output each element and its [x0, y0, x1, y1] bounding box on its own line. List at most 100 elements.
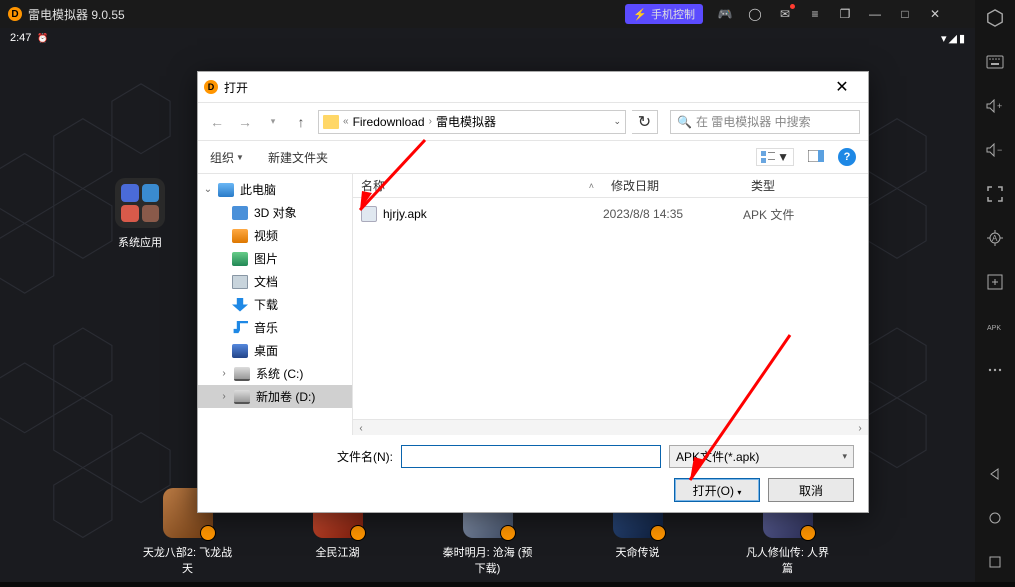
scroll-right-icon[interactable]: ›	[852, 420, 868, 436]
svg-text:−: −	[997, 145, 1002, 155]
breadcrumb-seg-2[interactable]: 雷电模拟器	[436, 113, 496, 130]
settings-hex-icon[interactable]	[985, 8, 1005, 28]
view-list-icon	[761, 151, 775, 163]
dialog-footer: 文件名(N): APK文件(*.apk) ▾ 打开(O) ▾ 取消	[198, 435, 868, 512]
user-icon[interactable]: ◯	[747, 6, 763, 22]
column-name[interactable]: 名称˄	[353, 174, 603, 197]
help-icon[interactable]: ?	[838, 148, 856, 166]
new-folder-button[interactable]: 新建文件夹	[268, 149, 328, 166]
app-title: 雷电模拟器 9.0.55	[28, 6, 625, 23]
back-triangle-icon[interactable]	[985, 464, 1005, 484]
expand-icon[interactable]: ›	[218, 391, 230, 402]
column-date[interactable]: 修改日期	[603, 174, 743, 197]
tree-drive-d[interactable]: ›新加卷 (D:)	[198, 385, 352, 408]
organize-label: 组织	[210, 149, 234, 166]
svg-text:APK: APK	[987, 325, 1001, 332]
ld-badge-icon	[500, 525, 516, 541]
nav-forward-icon[interactable]: →	[234, 111, 256, 133]
dialog-nav-bar: ← → ▾ ↑ « Firedownload › 雷电模拟器 ⌄ ↻ 🔍 在 雷…	[198, 102, 868, 140]
signal-icon: ◢	[948, 32, 956, 45]
chevron-down-icon: ▼	[777, 150, 789, 164]
expand-icon[interactable]: ⌄	[202, 184, 214, 195]
list-body[interactable]: hjrjy.apk 2023/8/8 14:35 APK 文件	[353, 198, 868, 419]
file-type-combo[interactable]: APK文件(*.apk) ▾	[669, 445, 854, 468]
tree-desktop[interactable]: 桌面	[198, 339, 352, 362]
breadcrumb-seg-1[interactable]: Firedownload	[353, 115, 425, 129]
tree-label: 桌面	[254, 342, 278, 359]
dialog-title: 打开	[224, 79, 248, 96]
folder-tree[interactable]: ⌄此电脑 3D 对象 视频 图片 文档 下载 音乐 桌面 › 系统 (C:) ›新…	[198, 174, 353, 435]
dialog-titlebar: D 打开 ✕	[198, 72, 868, 102]
keyboard-icon[interactable]	[985, 52, 1005, 72]
search-input[interactable]: 🔍 在 雷电模拟器 中搜索	[670, 110, 860, 134]
nav-recent-dropdown[interactable]: ▾	[262, 111, 284, 133]
tree-label: 音乐	[254, 319, 278, 336]
tree-label: 3D 对象	[254, 204, 297, 221]
multi-window-icon[interactable]: ❐	[837, 6, 853, 22]
desktop-app-system[interactable]: 系统应用	[110, 178, 170, 250]
tree-label: 图片	[254, 250, 278, 267]
filename-label: 文件名(N):	[337, 448, 393, 465]
recents-square-icon[interactable]	[985, 552, 1005, 572]
phone-control-label: 手机控制	[651, 6, 695, 22]
close-icon[interactable]: ✕	[927, 6, 943, 22]
right-toolbar: + − A APK	[975, 0, 1015, 582]
wifi-icon: ▾	[941, 32, 947, 45]
phone-control-button[interactable]: ⚡ 手机控制	[625, 4, 703, 24]
tree-downloads[interactable]: 下载	[198, 293, 352, 316]
volume-down-icon[interactable]: −	[985, 140, 1005, 160]
gamepad-icon[interactable]: 🎮	[717, 6, 733, 22]
chevron-down-icon[interactable]: ⌄	[613, 116, 621, 127]
screenshot-add-icon[interactable]	[985, 272, 1005, 292]
tree-music[interactable]: 音乐	[198, 316, 352, 339]
minimize-icon[interactable]: —	[867, 6, 883, 22]
open-button[interactable]: 打开(O) ▾	[674, 478, 760, 502]
dock-label: 天龙八部2: 飞龙战天	[143, 544, 233, 576]
nav-back-icon[interactable]: ←	[206, 111, 228, 133]
ld-badge-icon	[800, 525, 816, 541]
home-circle-icon[interactable]	[985, 508, 1005, 528]
filename-input[interactable]	[401, 445, 661, 468]
view-mode-button[interactable]: ▼	[756, 148, 794, 166]
maximize-icon[interactable]: □	[897, 6, 913, 22]
column-label: 修改日期	[611, 177, 659, 194]
tree-videos[interactable]: 视频	[198, 224, 352, 247]
nav-up-icon[interactable]: ↑	[290, 111, 312, 133]
horizontal-scrollbar[interactable]: ‹ ›	[353, 419, 868, 435]
dialog-toolbar: 组织▼ 新建文件夹 ▼ ?	[198, 140, 868, 174]
file-row[interactable]: hjrjy.apk 2023/8/8 14:35 APK 文件	[353, 198, 868, 220]
column-type[interactable]: 类型	[743, 174, 868, 197]
tree-label: 系统 (C:)	[256, 365, 303, 382]
volume-up-icon[interactable]: +	[985, 96, 1005, 116]
fullscreen-icon[interactable]	[985, 184, 1005, 204]
breadcrumb[interactable]: « Firedownload › 雷电模拟器 ⌄	[318, 110, 626, 134]
picture-icon	[232, 252, 248, 266]
locate-icon[interactable]: A	[985, 228, 1005, 248]
download-icon	[232, 298, 248, 312]
dialog-close-button[interactable]: ✕	[822, 72, 862, 102]
tree-documents[interactable]: 文档	[198, 270, 352, 293]
ld-badge-icon	[200, 525, 216, 541]
refresh-icon[interactable]: ↻	[632, 110, 658, 134]
scroll-left-icon[interactable]: ‹	[353, 420, 369, 436]
bolt-icon: ⚡	[633, 8, 647, 21]
drive-icon	[234, 390, 250, 404]
android-status-bar: 2:47 ⏰ ▾ ◢ ▮	[0, 28, 975, 48]
preview-pane-button[interactable]	[808, 150, 824, 165]
folder-icon	[323, 115, 339, 129]
sort-asc-icon: ˄	[589, 181, 594, 191]
file-type: APK 文件	[743, 206, 868, 223]
cancel-button[interactable]: 取消	[768, 478, 854, 502]
install-apk-icon[interactable]: APK	[985, 316, 1005, 336]
tree-pictures[interactable]: 图片	[198, 247, 352, 270]
tree-this-pc[interactable]: ⌄此电脑	[198, 178, 352, 201]
more-icon[interactable]	[985, 360, 1005, 380]
organize-button[interactable]: 组织▼	[210, 149, 244, 166]
tree-drive-c[interactable]: › 系统 (C:)	[198, 362, 352, 385]
mail-icon[interactable]: ✉	[777, 6, 793, 22]
dock-label: 凡人修仙传: 人界篇	[743, 544, 833, 576]
system-app-label: 系统应用	[110, 234, 170, 250]
expand-icon[interactable]: ›	[218, 368, 230, 379]
tree-3d-objects[interactable]: 3D 对象	[198, 201, 352, 224]
menu-icon[interactable]: ≡	[807, 6, 823, 22]
